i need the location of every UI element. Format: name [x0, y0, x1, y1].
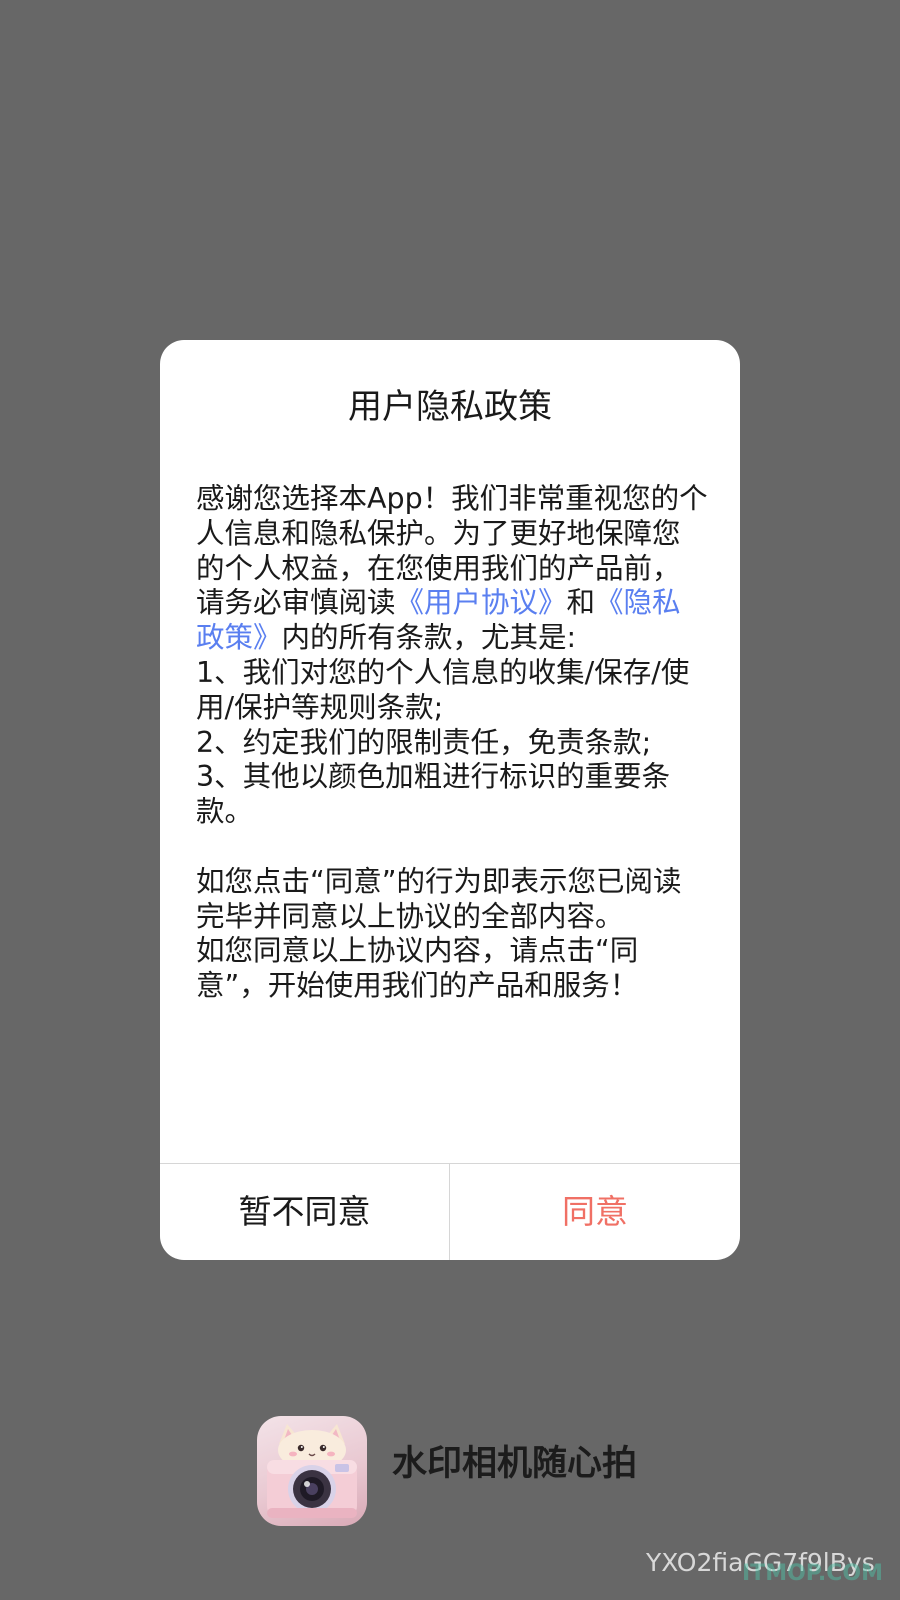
agree-instruction-paragraph: 如您同意以上协议内容，请点击“同意”，开始使用我们的产品和服务！ [196, 934, 639, 1003]
privacy-dialog: 用户隐私政策 感谢您选择本App！我们非常重视您的个人信息和隐私保护。为了更好地… [160, 340, 740, 1260]
clause-item-2: 2、约定我们的限制责任，免责条款; [196, 725, 652, 759]
app-name: 水印相机随心拍 [392, 1444, 638, 1484]
camera-cat-app-icon [257, 1416, 367, 1526]
after-links-text: 内的所有条款，尤其是: [281, 621, 577, 655]
clause-item-3: 3、其他以颜色加粗进行标识的重要条款。 [196, 760, 671, 829]
dialog-title: 用户隐私政策 [348, 387, 552, 427]
and-text: 和 [566, 586, 596, 620]
dialog-body: 感谢您选择本App！我们非常重视您的个人信息和隐私保护。为了更好地保障您的个人权… [196, 482, 708, 1004]
consent-paragraph: 如您点击“同意”的行为即表示您已阅读完毕并同意以上协议的全部内容。 [196, 864, 682, 933]
user-agreement-link[interactable]: 《用户协议》 [396, 586, 567, 619]
watermark-site: ITMOP.COM [742, 1561, 883, 1586]
intro-paragraph: 感谢您选择本App！我们非常重视您的个人信息和隐私保护。为了更好地保障您的个人权… [196, 482, 708, 656]
screen: 用户隐私政策 感谢您选择本App！我们非常重视您的个人信息和隐私保护。为了更好地… [0, 0, 900, 1600]
clause-item-1: 1、我们对您的个人信息的收集/保存/使用/保护等规则条款; [196, 655, 690, 724]
agree-button[interactable]: 同意 [450, 1164, 740, 1260]
decline-button[interactable]: 暂不同意 [160, 1164, 449, 1260]
